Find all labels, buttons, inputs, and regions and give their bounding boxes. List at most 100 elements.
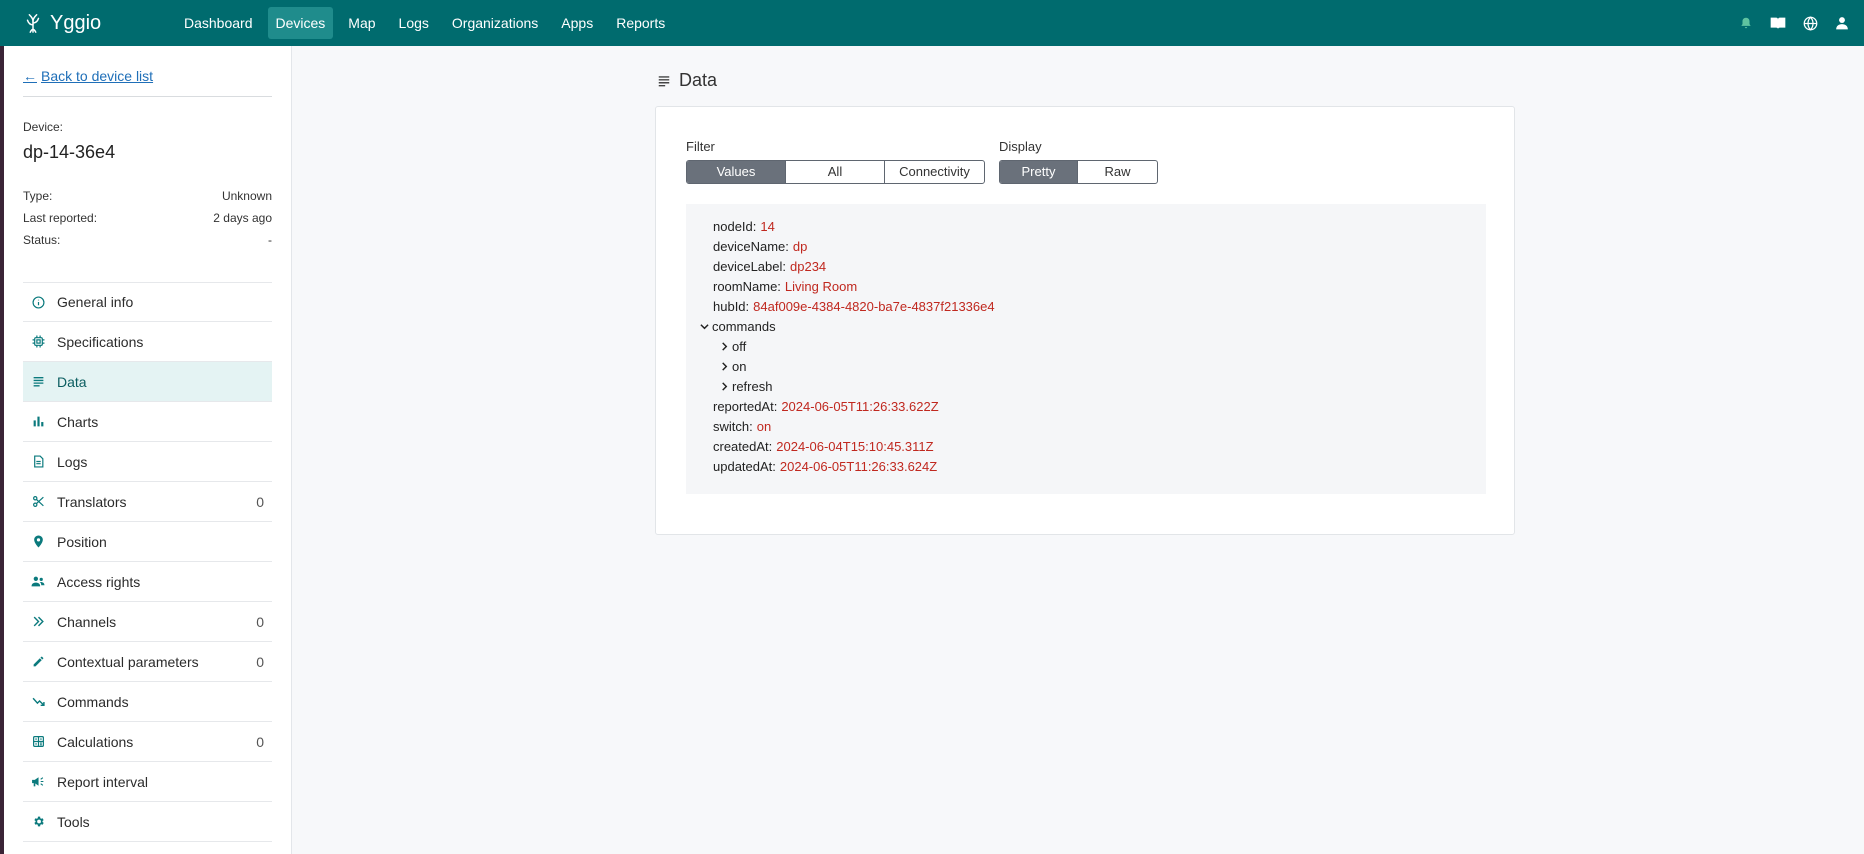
menu-logs[interactable]: Logs bbox=[23, 442, 272, 482]
menu-label: General info bbox=[57, 294, 134, 310]
menu-access-rights[interactable]: Access rights bbox=[23, 562, 272, 602]
chevron-right-icon bbox=[720, 339, 730, 354]
meta-label: Type: bbox=[23, 189, 53, 203]
meta-value: - bbox=[268, 233, 272, 247]
menu-label: Tools bbox=[57, 813, 90, 830]
display-raw-option[interactable]: Raw bbox=[1078, 161, 1157, 183]
meta-type: Type: Unknown bbox=[23, 189, 272, 203]
json-value: 14 bbox=[760, 219, 775, 234]
json-key: hubId: bbox=[713, 299, 750, 314]
json-row: switch: on bbox=[713, 419, 771, 434]
meta-last-reported: Last reported: 2 days ago bbox=[23, 211, 272, 225]
json-value: dp234 bbox=[790, 259, 827, 274]
menu-contextual-parameters[interactable]: Contextual parameters 0 bbox=[23, 642, 272, 682]
json-row: deviceLabel: dp234 bbox=[713, 259, 826, 274]
nav-devices[interactable]: Devices bbox=[267, 7, 334, 39]
device-label: Device: bbox=[23, 120, 64, 134]
json-key: commands bbox=[712, 319, 776, 334]
json-row: roomName: Living Room bbox=[713, 279, 857, 294]
json-row: nodeId: 14 bbox=[713, 219, 775, 234]
tree-logo-icon bbox=[26, 14, 40, 33]
menu-report-interval[interactable]: Report interval bbox=[23, 762, 272, 802]
json-node-commands[interactable]: commands bbox=[700, 319, 776, 334]
menu-tools[interactable]: Tools bbox=[23, 802, 272, 842]
lines-icon bbox=[658, 75, 670, 86]
device-name: dp-14-36e4 bbox=[23, 142, 116, 162]
menu-general-info[interactable]: General info bbox=[23, 282, 272, 322]
nav-right-icons bbox=[1736, 0, 1852, 46]
nav-map[interactable]: Map bbox=[340, 7, 383, 39]
menu-charts[interactable]: Charts bbox=[23, 402, 272, 442]
device-sidebar: ← Back to device list Device: dp-14-36e4… bbox=[4, 46, 292, 854]
json-key: deviceLabel: bbox=[713, 259, 786, 274]
nav-dashboard[interactable]: Dashboard bbox=[176, 7, 261, 39]
nav-apps[interactable]: Apps bbox=[553, 7, 601, 39]
json-key: off bbox=[732, 339, 747, 354]
bell-icon[interactable] bbox=[1736, 13, 1756, 33]
menu-label: Contextual parameters bbox=[57, 653, 199, 670]
calculator-icon bbox=[31, 735, 45, 749]
json-node-off[interactable]: off bbox=[720, 339, 746, 354]
json-node-refresh[interactable]: refresh bbox=[720, 379, 772, 394]
data-tree: nodeId: 14 deviceName: dp deviceLabel: dp23… bbox=[686, 204, 1486, 494]
translators-count: 0 bbox=[256, 493, 264, 510]
contextual-parameters-count: 0 bbox=[256, 653, 264, 670]
channels-count: 0 bbox=[256, 613, 264, 630]
meta-value: Unknown bbox=[221, 189, 272, 203]
menu-data[interactable]: Data bbox=[23, 362, 272, 402]
menu-position[interactable]: Position bbox=[23, 522, 272, 562]
chevron-right-icon bbox=[720, 359, 730, 374]
json-key: reportedAt: bbox=[713, 399, 778, 414]
user-icon[interactable] bbox=[1832, 13, 1852, 33]
chevron-right-icon bbox=[720, 379, 730, 394]
json-key: on bbox=[732, 359, 747, 374]
json-value: on bbox=[756, 419, 772, 434]
meta-status: Status: - bbox=[23, 233, 272, 247]
menu-specifications[interactable]: Specifications bbox=[23, 322, 272, 362]
trend-icon bbox=[31, 695, 45, 709]
menu-label: Calculations bbox=[57, 733, 134, 750]
json-value: dp bbox=[792, 239, 808, 254]
menu-label: Report interval bbox=[57, 773, 149, 790]
filter-values-option[interactable]: Values bbox=[687, 161, 786, 183]
json-row: createdAt: 2024-06-04T15:10:45.311Z bbox=[713, 439, 934, 454]
menu-channels[interactable]: Channels 0 bbox=[23, 602, 272, 642]
json-key: createdAt: bbox=[713, 439, 773, 454]
users-icon bbox=[31, 575, 45, 589]
nav-organizations[interactable]: Organizations bbox=[444, 7, 546, 39]
data-card: Filter Values All Connectivity Display P… bbox=[655, 106, 1515, 535]
json-key: nodeId: bbox=[713, 219, 757, 234]
chevron-down-icon bbox=[700, 319, 710, 334]
menu-commands[interactable]: Commands bbox=[23, 682, 272, 722]
section-title: Data bbox=[657, 70, 717, 91]
section-title-text: Data bbox=[679, 70, 718, 90]
display-pretty-option[interactable]: Pretty bbox=[1000, 161, 1078, 183]
menu-translators[interactable]: Translators 0 bbox=[23, 482, 272, 522]
menu-calculations[interactable]: Calculations 0 bbox=[23, 722, 272, 762]
nav-reports[interactable]: Reports bbox=[608, 7, 673, 39]
menu-label: Data bbox=[57, 373, 87, 390]
megaphone-icon bbox=[31, 775, 45, 789]
json-value: 2024-06-05T11:26:33.622Z bbox=[781, 399, 939, 414]
filter-connectivity-option[interactable]: Connectivity bbox=[885, 161, 984, 183]
menu-label: Channels bbox=[57, 613, 117, 630]
book-icon[interactable] bbox=[1768, 13, 1788, 33]
main-nav: Dashboard Devices Map Logs Organizations… bbox=[176, 0, 680, 46]
json-value: 84af009e-4384-4820-ba7e-4837f21336e4 bbox=[753, 299, 995, 314]
nav-logs[interactable]: Logs bbox=[391, 7, 437, 39]
brand[interactable]: Yggio bbox=[22, 12, 162, 35]
globe-icon[interactable] bbox=[1800, 13, 1820, 33]
calculations-count: 0 bbox=[256, 733, 264, 750]
menu-label: Translators bbox=[57, 493, 127, 510]
info-icon bbox=[31, 295, 45, 309]
json-value: Living Room bbox=[784, 279, 858, 294]
menu-label: Commands bbox=[57, 693, 129, 710]
json-node-on[interactable]: on bbox=[720, 359, 746, 374]
back-to-device-list-link[interactable]: ← Back to device list bbox=[23, 68, 153, 84]
filter-all-option[interactable]: All bbox=[786, 161, 885, 183]
meta-label: Last reported: bbox=[23, 211, 98, 225]
document-icon bbox=[31, 455, 45, 469]
menu-label: Charts bbox=[57, 413, 99, 430]
app-name: Yggio bbox=[50, 11, 102, 34]
divider bbox=[23, 96, 272, 97]
